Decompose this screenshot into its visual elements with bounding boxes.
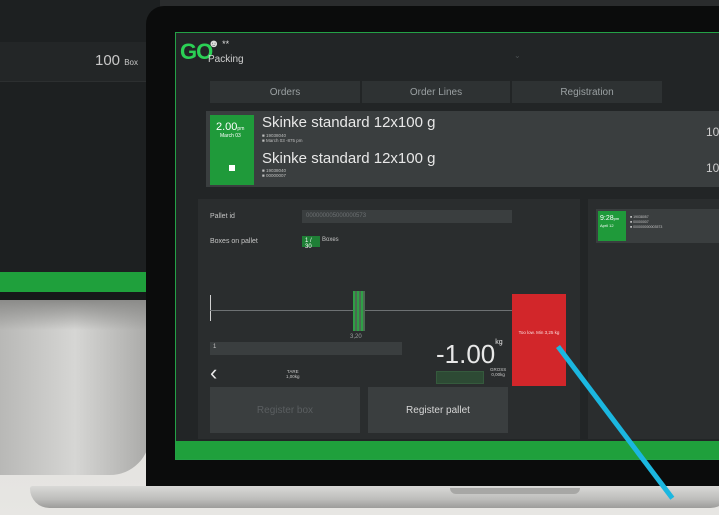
laptop-notch (450, 488, 580, 494)
background-monitor-green-bar (0, 272, 160, 292)
boxes-on-pallet-label: Boxes on pallet (210, 238, 258, 245)
register-pallet-button[interactable]: Register pallet (368, 387, 508, 433)
app-title: Packing (208, 54, 244, 65)
stop-icon (229, 165, 235, 171)
stand-shadow (0, 300, 160, 330)
tab-registration[interactable]: Registration (512, 81, 662, 103)
product-name: Skinke standard 12x100 g (262, 114, 436, 131)
boxes-unit: Boxes (322, 237, 339, 243)
product-name: Skinke standard 12x100 g (262, 150, 436, 167)
tab-order-lines[interactable]: Order Lines (362, 81, 510, 103)
chevron-down-icon[interactable]: ⌄ (514, 51, 521, 60)
background-monitor-value: 100 Box (95, 52, 138, 69)
packing-panel: Pallet id 000000005000000573 Boxes on pa… (198, 199, 580, 439)
product-quantity: 100,0 (705, 161, 719, 175)
tab-bar: Orders Order Lines Registration (210, 81, 662, 103)
product-details: ■ 19038040 ■ March 03 -875 pm (262, 133, 303, 143)
scale-tick-label: 3,20 (350, 334, 362, 340)
order-date: March 03 (220, 133, 241, 139)
product-quantity: 100,0 (705, 125, 719, 139)
user-icon[interactable]: ☻ ** (208, 38, 229, 50)
order-date-box: 2.00pm March 03 (210, 115, 254, 185)
order-time: 2.00 (216, 121, 238, 133)
side-order-details: ■ 19038057 ■ 00000007 ■ 000000000003573 (630, 215, 663, 229)
scale-marker[interactable] (353, 291, 365, 331)
pallet-id-field[interactable]: 000000005000000573 (302, 210, 512, 223)
background-monitor-row: 100 Box (0, 42, 150, 82)
side-panel: 9:28pm April 12 ■ 19038057 ■ 00000007 ■ … (588, 199, 719, 439)
header: GO ☻ ** Packing ⌄ (176, 33, 719, 75)
app-screen: GO ☻ ** Packing ⌄ Orders Order Lines Reg… (175, 32, 719, 460)
tare-readout: TARE 1,00kg (286, 369, 300, 379)
boxes-count: 1 / 30 (302, 236, 320, 250)
gross-readout: GROSS 0,00kg (490, 367, 507, 377)
tab-orders[interactable]: Orders (210, 81, 360, 103)
side-order-date: 9:28pm April 12 (598, 211, 626, 241)
order-card[interactable]: 2.00pm March 03 Skinke standard 12x100 g… (206, 111, 719, 187)
product-details: ■ 19038040 ■ 00000007 (262, 168, 286, 178)
weight-alert: Too low. Min 3,25 kg (512, 294, 566, 386)
scale-input[interactable]: 1 (210, 342, 402, 355)
pallet-id-label: Pallet id (210, 213, 235, 220)
gross-indicator (436, 371, 484, 384)
weight-readout: -1.00kg (436, 339, 503, 369)
background-monitor: 100 Box (0, 0, 160, 300)
laptop-base (30, 486, 719, 508)
register-box-button[interactable]: Register box (210, 387, 360, 433)
back-arrow-icon[interactable]: ‹ (210, 362, 217, 384)
scale-start-tick (210, 295, 211, 321)
side-order-card[interactable]: 9:28pm April 12 ■ 19038057 ■ 00000007 ■ … (596, 209, 719, 243)
